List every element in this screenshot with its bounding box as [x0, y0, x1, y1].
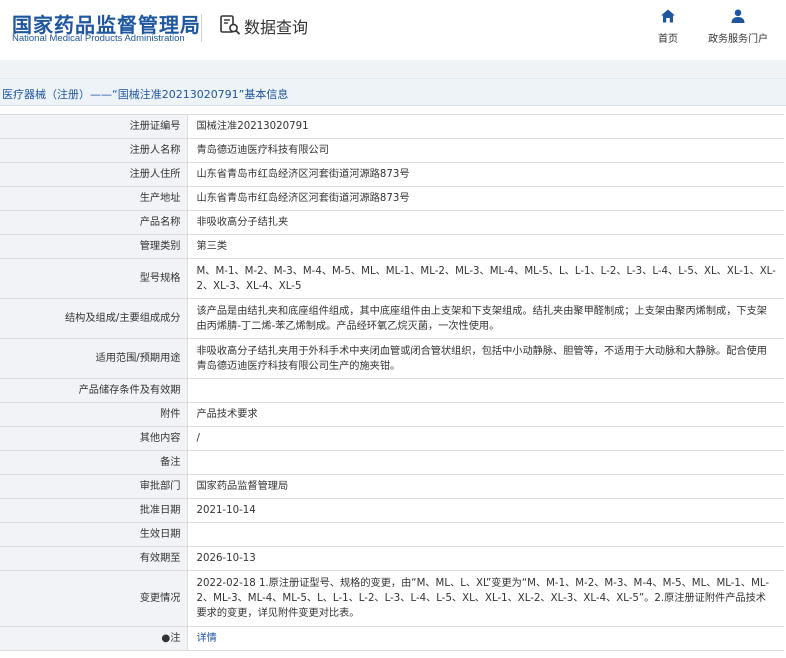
table-row: 注册人名称 青岛德迈迪医疗科技有限公司 — [0, 138, 784, 163]
field-value: 2022-02-18 1.原注册证型号、规格的变更，由“M、ML、L、XL”变更… — [187, 570, 784, 627]
site-logo-subtitle: National Medical Products Administration — [12, 33, 185, 44]
details-link[interactable]: 详情 — [197, 633, 217, 644]
nav-home[interactable]: 首页 — [636, 8, 700, 45]
nav-home-label: 首页 — [658, 34, 678, 45]
table-row: 生产地址 山东省青岛市红岛经济区河套街道河源路873号 — [0, 186, 784, 211]
table-row: 审批部门 国家药品监督管理局 — [0, 474, 784, 499]
field-label: 结构及组成/主要组成成分 — [0, 298, 188, 339]
table-row: ●注 详情 — [0, 626, 784, 651]
field-label: 附件 — [0, 402, 188, 427]
field-label: 产品储存条件及有效期 — [0, 378, 188, 403]
field-value: 山东省青岛市红岛经济区河套街道河源路873号 — [187, 162, 784, 187]
field-value: M、M-1、M-2、M-3、M-4、M-5、ML、ML-1、ML-2、ML-3、… — [187, 258, 784, 299]
field-value: 产品技术要求 — [187, 402, 784, 427]
field-label: 生产地址 — [0, 186, 188, 211]
field-label: 注册人名称 — [0, 138, 188, 163]
table-row: 产品储存条件及有效期 — [0, 378, 784, 403]
table-row: 其他内容 / — [0, 426, 784, 451]
field-label: 生效日期 — [0, 522, 188, 547]
field-value: 国械注准20213020791 — [187, 114, 784, 139]
table-row: 备注 — [0, 450, 784, 475]
table-row: 适用范围/预期用途 非吸收高分子结扎夹用于外科手术中夹闭血管或闭合管状组织，包括… — [0, 338, 784, 379]
table-row: 型号规格 M、M-1、M-2、M-3、M-4、M-5、ML、ML-1、ML-2、… — [0, 258, 784, 299]
header-gap — [0, 60, 786, 78]
table-row: 生效日期 — [0, 522, 784, 547]
field-label: 型号规格 — [0, 258, 188, 299]
field-value: 2021-10-14 — [187, 498, 784, 523]
table-row: 附件 产品技术要求 — [0, 402, 784, 427]
field-label: 审批部门 — [0, 474, 188, 499]
breadcrumb: 医疗器械（注册）——“国械注准20213020791”基本信息 — [2, 88, 289, 101]
field-label: 其他内容 — [0, 426, 188, 451]
data-query-icon — [220, 15, 240, 35]
table-row: 变更情况 2022-02-18 1.原注册证型号、规格的变更，由“M、ML、L、… — [0, 570, 784, 627]
field-value — [187, 378, 784, 403]
table-row: 注册证编号 国械注准20213020791 — [0, 114, 784, 139]
field-label: 适用范围/预期用途 — [0, 338, 188, 379]
home-icon — [661, 9, 675, 23]
field-value: / — [187, 426, 784, 451]
table-row: 管理类别 第三类 — [0, 234, 784, 259]
field-label: 备注 — [0, 450, 188, 475]
page-section-title: 数据查询 — [244, 18, 309, 37]
field-label: 变更情况 — [0, 570, 188, 627]
field-value: 第三类 — [187, 234, 784, 259]
field-label: 产品名称 — [0, 210, 188, 235]
field-value — [187, 450, 784, 475]
field-value: 2026-10-13 — [187, 546, 784, 571]
table-row: 注册人住所 山东省青岛市红岛经济区河套街道河源路873号 — [0, 162, 784, 187]
field-value: 非吸收高分子结扎夹 — [187, 210, 784, 235]
field-label: 注册证编号 — [0, 114, 188, 139]
table-row: 产品名称 非吸收高分子结扎夹 — [0, 210, 784, 235]
field-value: 国家药品监督管理局 — [187, 474, 784, 499]
field-label: 管理类别 — [0, 234, 188, 259]
table-row: 有效期至 2026-10-13 — [0, 546, 784, 571]
field-value — [187, 522, 784, 547]
field-label: 有效期至 — [0, 546, 188, 571]
field-value: 非吸收高分子结扎夹用于外科手术中夹闭血管或闭合管状组织，包括中小动静脉、胆管等，… — [187, 338, 784, 379]
device-info-table: 注册证编号 国械注准20213020791 注册人名称 青岛德迈迪医疗科技有限公… — [0, 114, 784, 651]
site-header: 国家药品监督管理局 National Medical Products Admi… — [0, 0, 786, 60]
user-icon — [731, 9, 745, 23]
field-value: 山东省青岛市红岛经济区河套街道河源路873号 — [187, 186, 784, 211]
field-label: ●注 — [0, 626, 188, 651]
field-value: 详情 — [187, 626, 784, 651]
field-label: 注册人住所 — [0, 162, 188, 187]
field-label: 批准日期 — [0, 498, 188, 523]
field-value: 青岛德迈迪医疗科技有限公司 — [187, 138, 784, 163]
header-divider — [201, 14, 202, 42]
breadcrumb-bar: 医疗器械（注册）——“国械注准20213020791”基本信息 — [0, 78, 786, 106]
table-row: 结构及组成/主要组成成分 该产品是由结扎夹和底座组件组成，其中底座组件由上支架和… — [0, 298, 784, 339]
nav-service-portal-label: 政务服务门户 — [708, 34, 768, 45]
nav-service-portal[interactable]: 政务服务门户 — [705, 8, 771, 45]
table-row: 批准日期 2021-10-14 — [0, 498, 784, 523]
field-value: 该产品是由结扎夹和底座组件组成，其中底座组件由上支架和下支架组成。结扎夹由聚甲醛… — [187, 298, 784, 339]
